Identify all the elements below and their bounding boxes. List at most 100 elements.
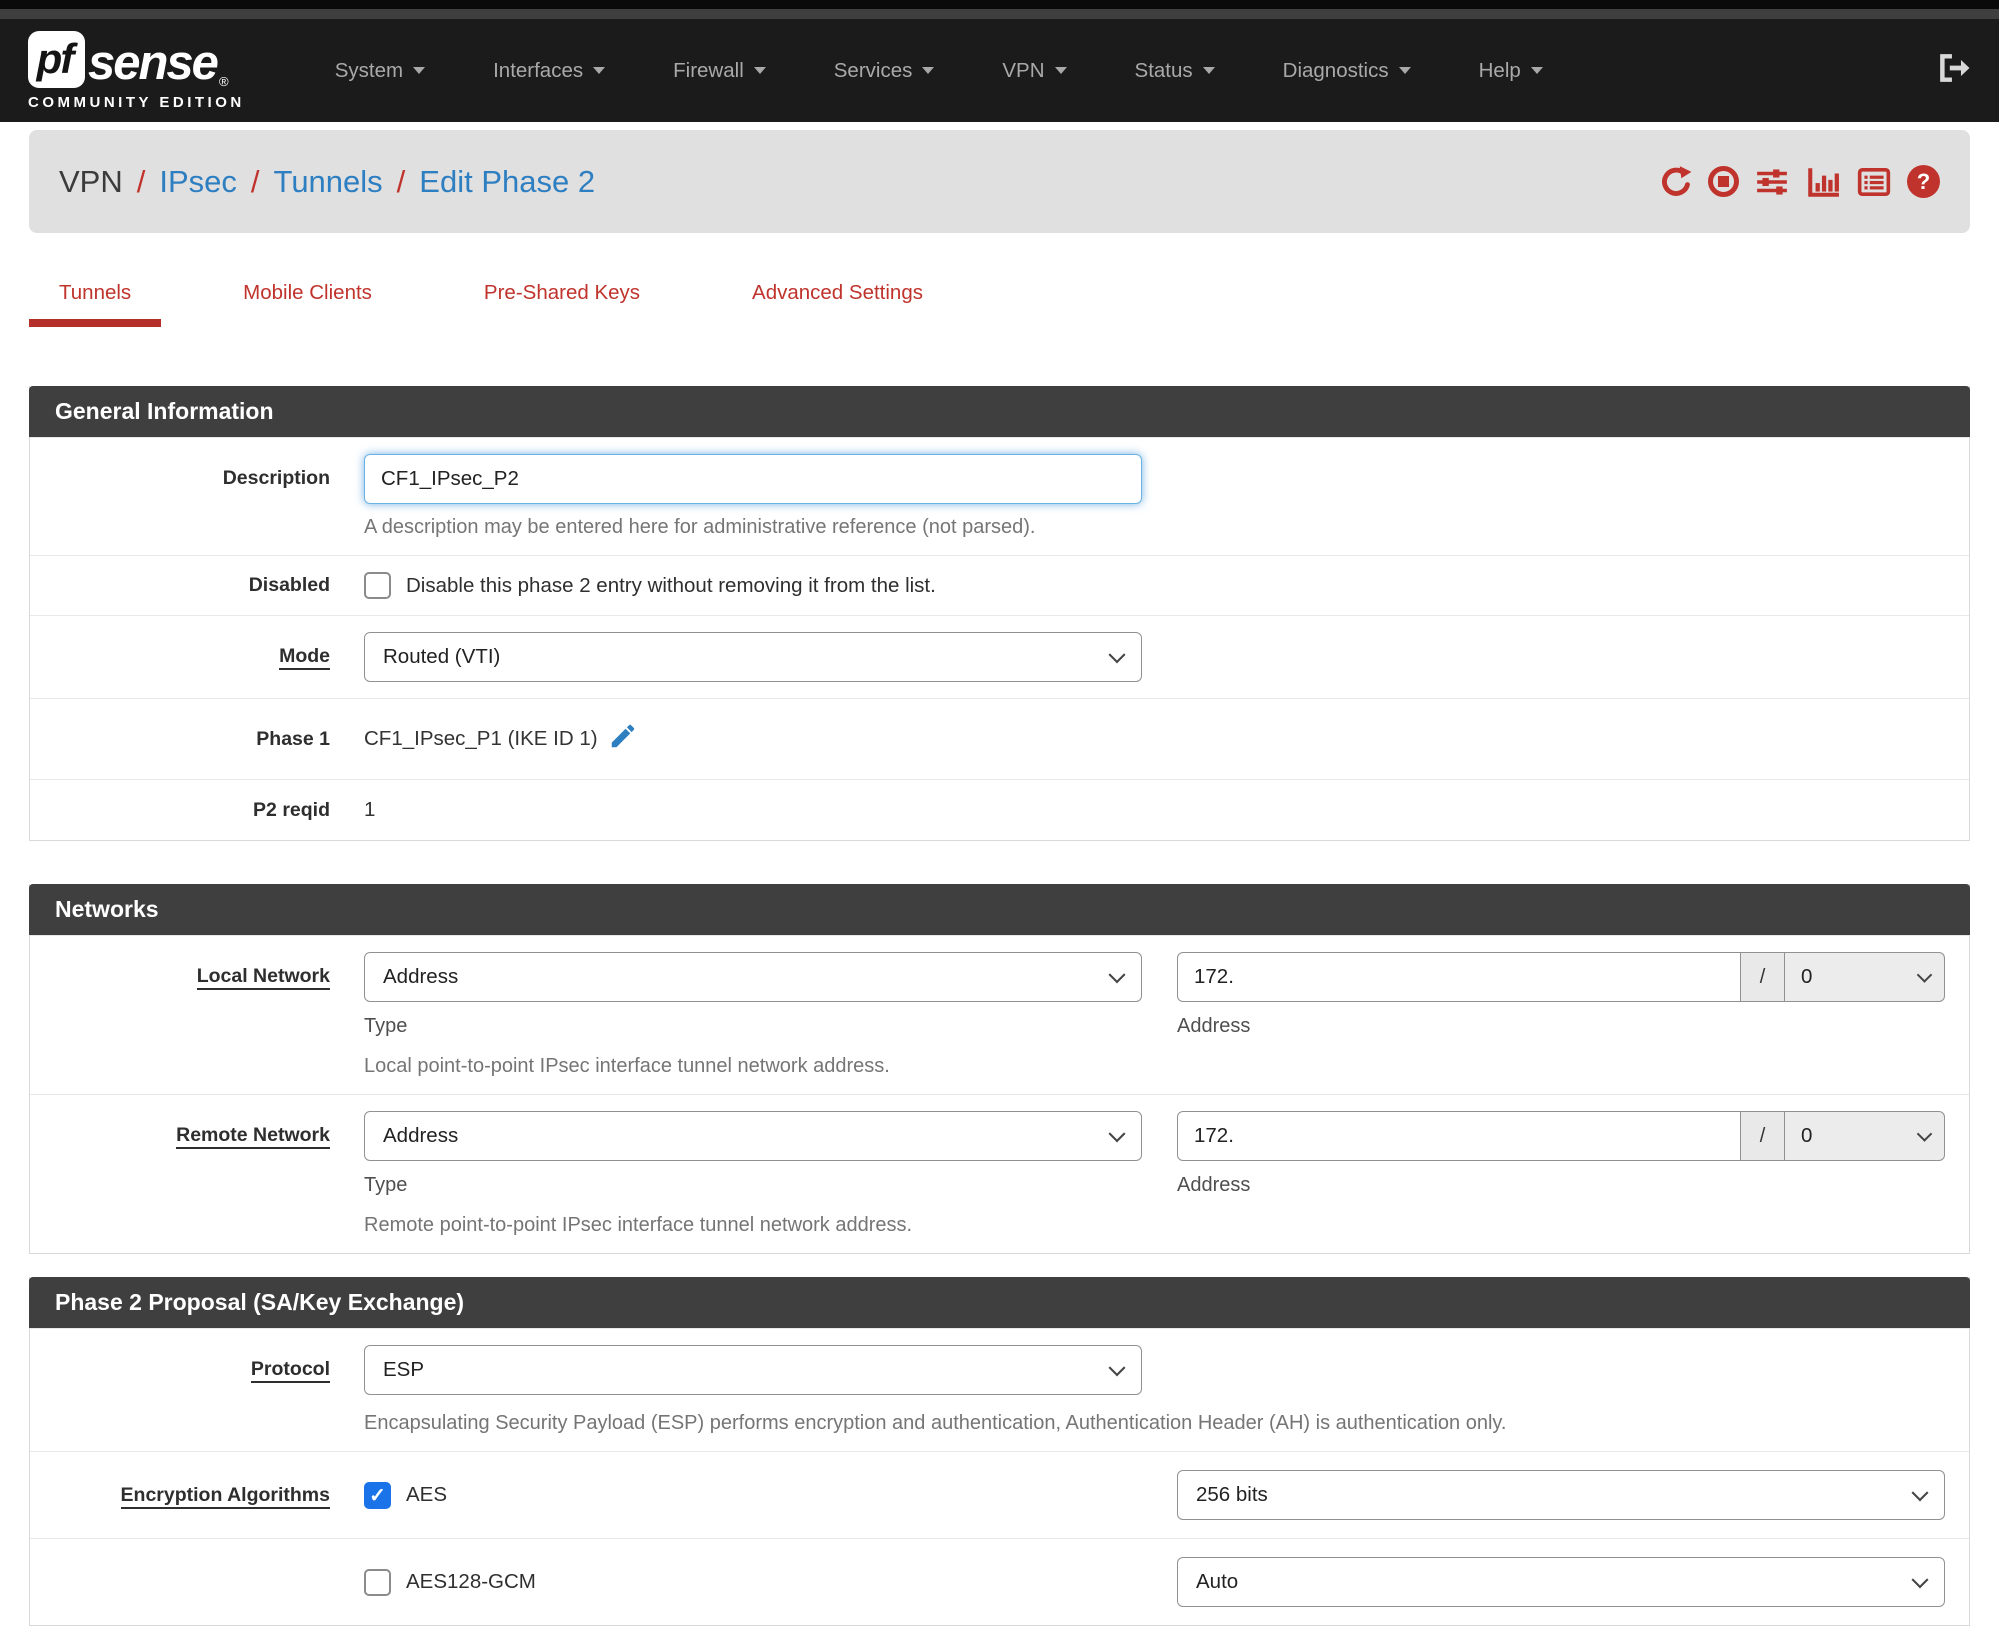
aes-keylength-select[interactable]: 256 bits bbox=[1177, 1470, 1945, 1520]
protocol-select[interactable]: ESP bbox=[364, 1345, 1142, 1395]
chevron-down-icon bbox=[593, 67, 606, 74]
panel-general-information: General Information Description A descri… bbox=[29, 386, 1970, 841]
mode-select[interactable]: Routed (VTI) bbox=[364, 632, 1142, 682]
protocol-select-value: ESP bbox=[383, 1358, 425, 1381]
tab-bar: Tunnels Mobile Clients Pre-Shared Keys A… bbox=[29, 281, 1970, 327]
nav-item-status[interactable]: Status bbox=[1101, 59, 1249, 83]
pfsense-logo-pf: pf bbox=[28, 30, 85, 88]
remote-network-prefix-select[interactable]: 0 bbox=[1785, 1111, 1945, 1161]
log-icon[interactable] bbox=[1856, 165, 1892, 199]
nav-item-label: Services bbox=[833, 58, 913, 82]
pfsense-logo[interactable]: pf sense ® COMMUNITY EDITION bbox=[28, 30, 245, 111]
aes-checkbox[interactable] bbox=[364, 1481, 391, 1509]
row-p2reqid: P2 reqid 1 bbox=[30, 779, 1969, 840]
local-network-prefix-value: 0 bbox=[1801, 965, 1813, 988]
remote-network-label[interactable]: Remote Network bbox=[176, 1124, 330, 1149]
tab-advanced-settings[interactable]: Advanced Settings bbox=[722, 281, 953, 327]
aes-keylength-value: 256 bits bbox=[1196, 1483, 1268, 1506]
breadcrumb-link-ipsec[interactable]: IPsec bbox=[159, 164, 237, 200]
row-phase1: Phase 1 CF1_IPsec_P1 (IKE ID 1) bbox=[30, 698, 1969, 779]
remote-network-address-group: / 0 bbox=[1177, 1111, 1945, 1161]
tab-tunnels[interactable]: Tunnels bbox=[29, 281, 162, 327]
prefix-separator: / bbox=[1741, 1111, 1785, 1161]
nav-item-system[interactable]: System bbox=[301, 59, 459, 83]
remote-network-help: Remote point-to-point IPsec interface tu… bbox=[364, 1214, 913, 1236]
tab-mobile-clients[interactable]: Mobile Clients bbox=[213, 281, 402, 327]
row-encryption-aes: Encryption Algorithms AES 256 bits bbox=[30, 1451, 1969, 1538]
disabled-label: Disabled bbox=[248, 574, 330, 596]
local-network-type-value: Address bbox=[383, 965, 459, 988]
protocol-help: Encapsulating Security Payload (ESP) per… bbox=[364, 1412, 1507, 1434]
panel-heading: Networks bbox=[29, 884, 1970, 935]
p2reqid-label: P2 reqid bbox=[253, 798, 330, 821]
row-disabled: Disabled Disable this phase 2 entry with… bbox=[30, 555, 1969, 615]
remote-network-address-input[interactable] bbox=[1177, 1111, 1741, 1161]
aes128gcm-checkbox-label: AES128-GCM bbox=[406, 1570, 536, 1593]
refresh-icon[interactable] bbox=[1659, 165, 1693, 199]
tab-pre-shared-keys[interactable]: Pre-Shared Keys bbox=[454, 281, 670, 327]
panel-phase2-proposal: Phase 2 Proposal (SA/Key Exchange) Proto… bbox=[29, 1277, 1970, 1626]
local-network-label[interactable]: Local Network bbox=[196, 965, 330, 990]
nav-item-help[interactable]: Help bbox=[1445, 59, 1577, 83]
phase1-value: CF1_IPsec_P1 (IKE ID 1) bbox=[364, 727, 598, 750]
local-network-address-group: / 0 bbox=[1177, 952, 1945, 1002]
breadcrumb-link-edit-phase2[interactable]: Edit Phase 2 bbox=[419, 164, 595, 200]
pfsense-logo-subtitle: COMMUNITY EDITION bbox=[28, 93, 245, 111]
remote-network-type-select[interactable]: Address bbox=[364, 1111, 1142, 1161]
local-network-address-caption: Address bbox=[1177, 1015, 1251, 1037]
navbar-menu: System Interfaces Firewall Services VPN … bbox=[301, 59, 1577, 83]
nav-item-diagnostics[interactable]: Diagnostics bbox=[1249, 59, 1445, 83]
nav-item-vpn[interactable]: VPN bbox=[968, 59, 1100, 83]
aes128gcm-keylength-select[interactable]: Auto bbox=[1177, 1557, 1945, 1607]
prefix-separator: / bbox=[1741, 952, 1785, 1002]
stop-icon[interactable] bbox=[1708, 166, 1739, 197]
p2reqid-value: 1 bbox=[364, 798, 376, 821]
nav-item-firewall[interactable]: Firewall bbox=[639, 59, 800, 83]
chevron-down-icon bbox=[1202, 67, 1215, 74]
top-navbar: pf sense ® COMMUNITY EDITION System Inte… bbox=[0, 19, 1999, 122]
remote-network-address-caption: Address bbox=[1177, 1174, 1251, 1196]
aes-checkbox-label: AES bbox=[406, 1483, 448, 1506]
sign-out-icon[interactable] bbox=[1935, 51, 1971, 90]
chevron-down-icon bbox=[922, 67, 935, 74]
pfsense-logo-sense: sense bbox=[88, 35, 219, 90]
sliders-icon[interactable] bbox=[1754, 165, 1790, 199]
chevron-down-icon bbox=[753, 67, 766, 74]
remote-network-type-value: Address bbox=[383, 1124, 459, 1147]
nav-item-interfaces[interactable]: Interfaces bbox=[459, 59, 639, 83]
nav-item-label: VPN bbox=[1002, 58, 1045, 82]
local-network-address-input[interactable] bbox=[1177, 952, 1741, 1002]
nav-item-services[interactable]: Services bbox=[800, 59, 969, 83]
pfsense-logo-row: pf sense ® bbox=[28, 30, 245, 90]
mode-label[interactable]: Mode bbox=[279, 645, 330, 670]
nav-item-label: System bbox=[334, 58, 404, 82]
local-network-type-caption: Type bbox=[364, 1015, 408, 1037]
registered-mark: ® bbox=[218, 73, 229, 89]
chevron-down-icon bbox=[1398, 67, 1411, 74]
aes128gcm-keylength-value: Auto bbox=[1196, 1570, 1239, 1593]
breadcrumb-separator: / bbox=[396, 163, 406, 199]
description-input[interactable] bbox=[364, 454, 1142, 504]
description-label: Description bbox=[222, 467, 330, 489]
chevron-down-icon bbox=[1054, 67, 1067, 74]
help-icon[interactable] bbox=[1907, 165, 1940, 198]
protocol-label[interactable]: Protocol bbox=[250, 1358, 330, 1383]
local-network-prefix-select[interactable]: 0 bbox=[1785, 952, 1945, 1002]
breadcrumb: VPN / IPsec / Tunnels / Edit Phase 2 bbox=[59, 164, 595, 200]
encryption-algorithms-label[interactable]: Encryption Algorithms bbox=[120, 1483, 330, 1509]
local-network-type-select[interactable]: Address bbox=[364, 952, 1142, 1002]
chevron-down-icon bbox=[413, 67, 426, 74]
edit-pencil-icon[interactable] bbox=[608, 721, 638, 757]
window-edge-top bbox=[0, 0, 1999, 9]
disabled-checkbox-label: Disable this phase 2 entry without remov… bbox=[406, 573, 936, 597]
breadcrumb-link-tunnels[interactable]: Tunnels bbox=[274, 164, 383, 200]
remote-network-prefix-value: 0 bbox=[1801, 1124, 1813, 1147]
row-encryption-aes128gcm: AES128-GCM Auto bbox=[30, 1538, 1969, 1625]
row-remote-network: Remote Network Address / 0 Type Address … bbox=[30, 1094, 1969, 1253]
row-mode: Mode Routed (VTI) bbox=[30, 615, 1969, 698]
nav-item-label: Firewall bbox=[673, 58, 744, 82]
window-edge-strip bbox=[0, 9, 1999, 19]
chart-bar-icon[interactable] bbox=[1805, 165, 1841, 199]
disabled-checkbox[interactable] bbox=[364, 572, 391, 599]
panel-heading: Phase 2 Proposal (SA/Key Exchange) bbox=[29, 1277, 1970, 1328]
